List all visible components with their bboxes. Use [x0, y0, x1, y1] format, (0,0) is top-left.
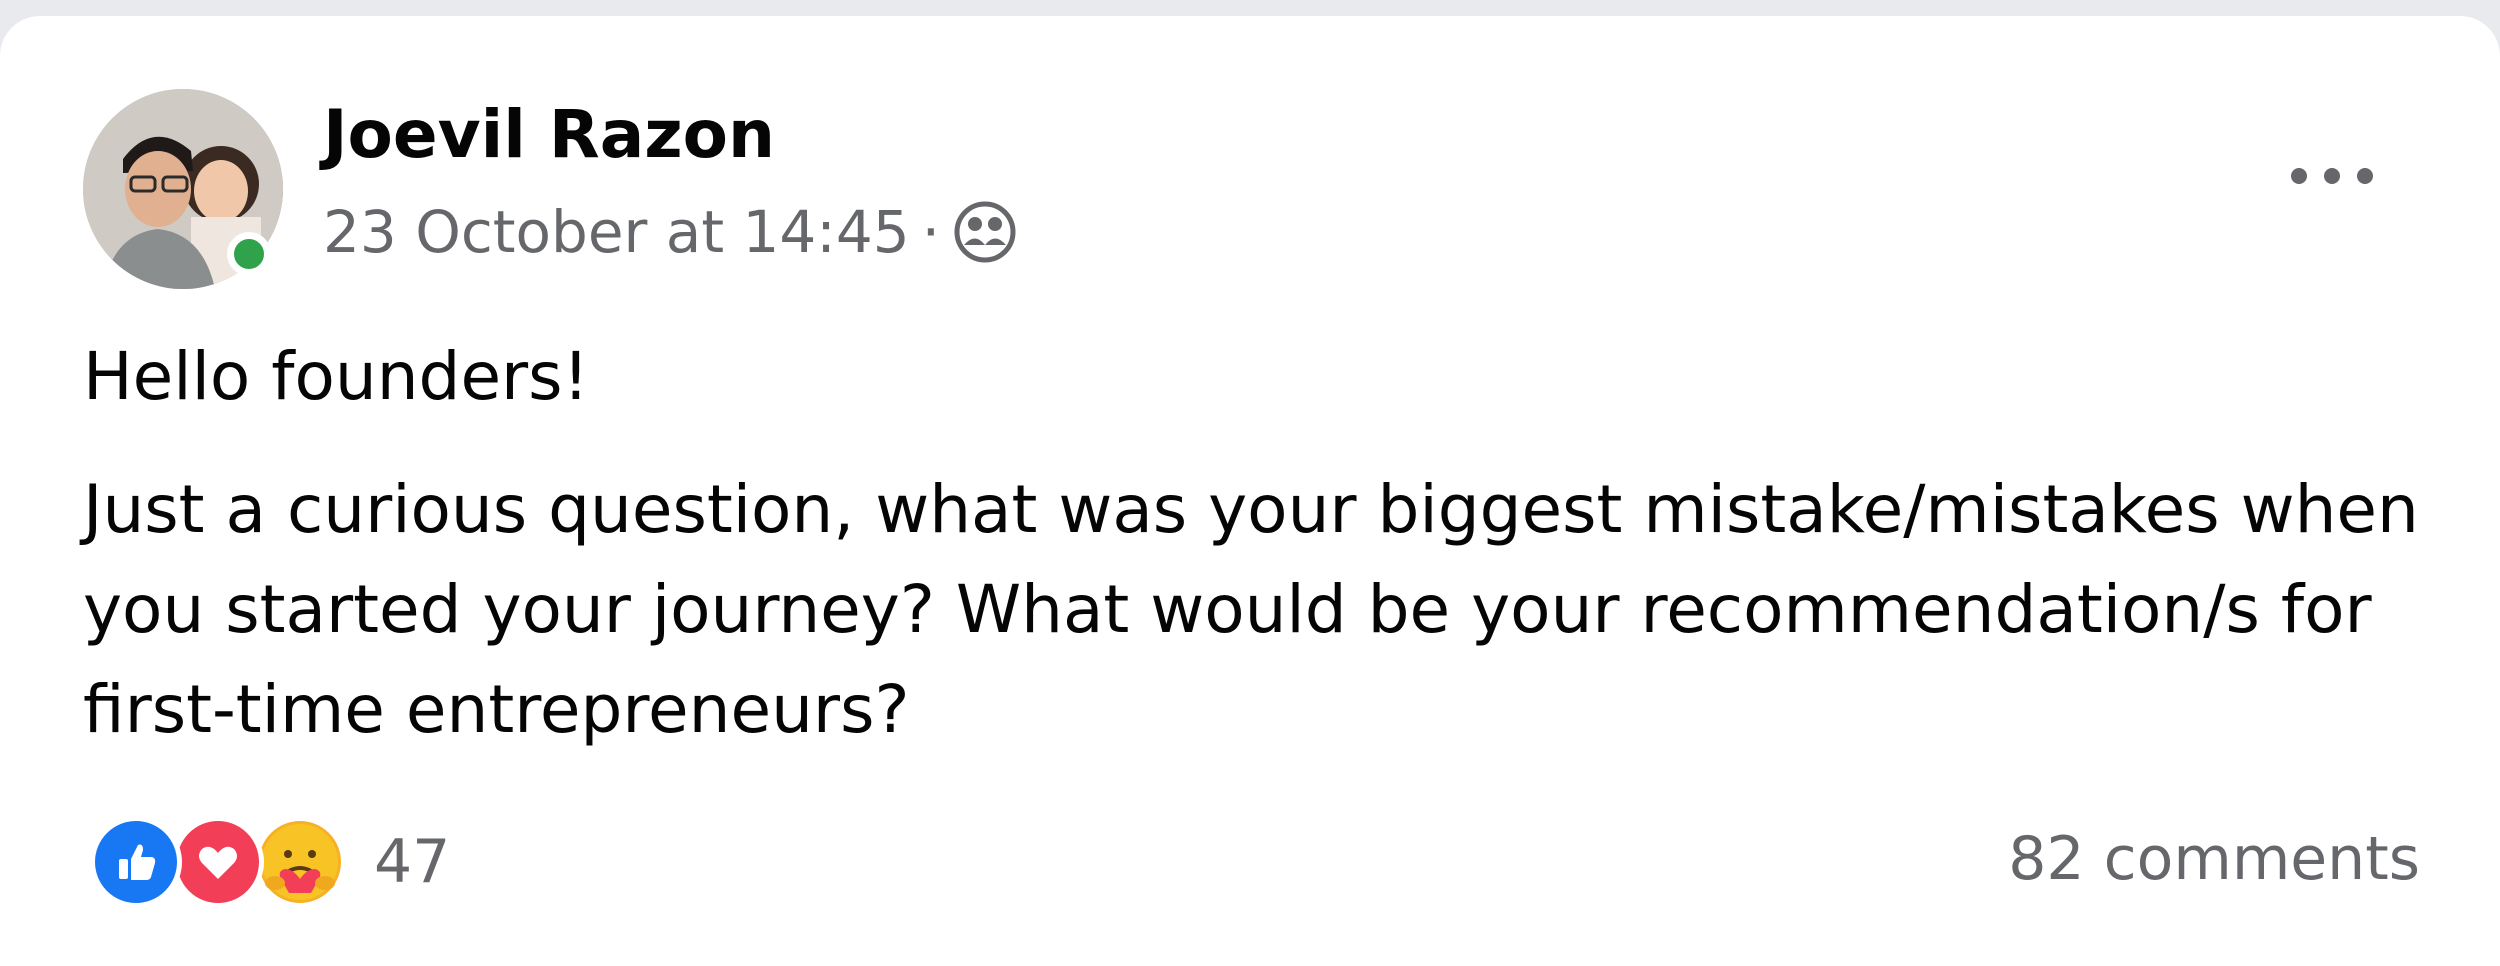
post-meta: 23 October at 14:45 · — [323, 198, 1018, 266]
post-card: Joevil Razon 23 October at 14:45 · Hello… — [0, 16, 2500, 966]
care-icon — [254, 816, 346, 908]
more-options-button[interactable] — [2272, 136, 2392, 216]
reaction-count: 47 — [374, 827, 451, 897]
post-greeting: Hello founders! — [83, 338, 590, 415]
reactions-summary[interactable]: 47 — [90, 816, 450, 908]
post-text: Hello founders! Just a curious question,… — [83, 331, 2443, 760]
more-horizontal-icon — [2291, 168, 2373, 184]
post-timestamp[interactable]: 23 October at 14:45 — [323, 198, 910, 266]
group-audience-icon[interactable] — [952, 199, 1018, 265]
author-name[interactable]: Joevil Razon — [323, 96, 775, 173]
like-icon — [90, 816, 182, 908]
online-status-indicator — [227, 232, 271, 276]
meta-separator: · — [921, 198, 941, 266]
comments-count-link[interactable]: 82 comments — [2008, 824, 2420, 894]
post-question: Just a curious question, what was your b… — [83, 471, 2419, 748]
love-icon — [172, 816, 264, 908]
